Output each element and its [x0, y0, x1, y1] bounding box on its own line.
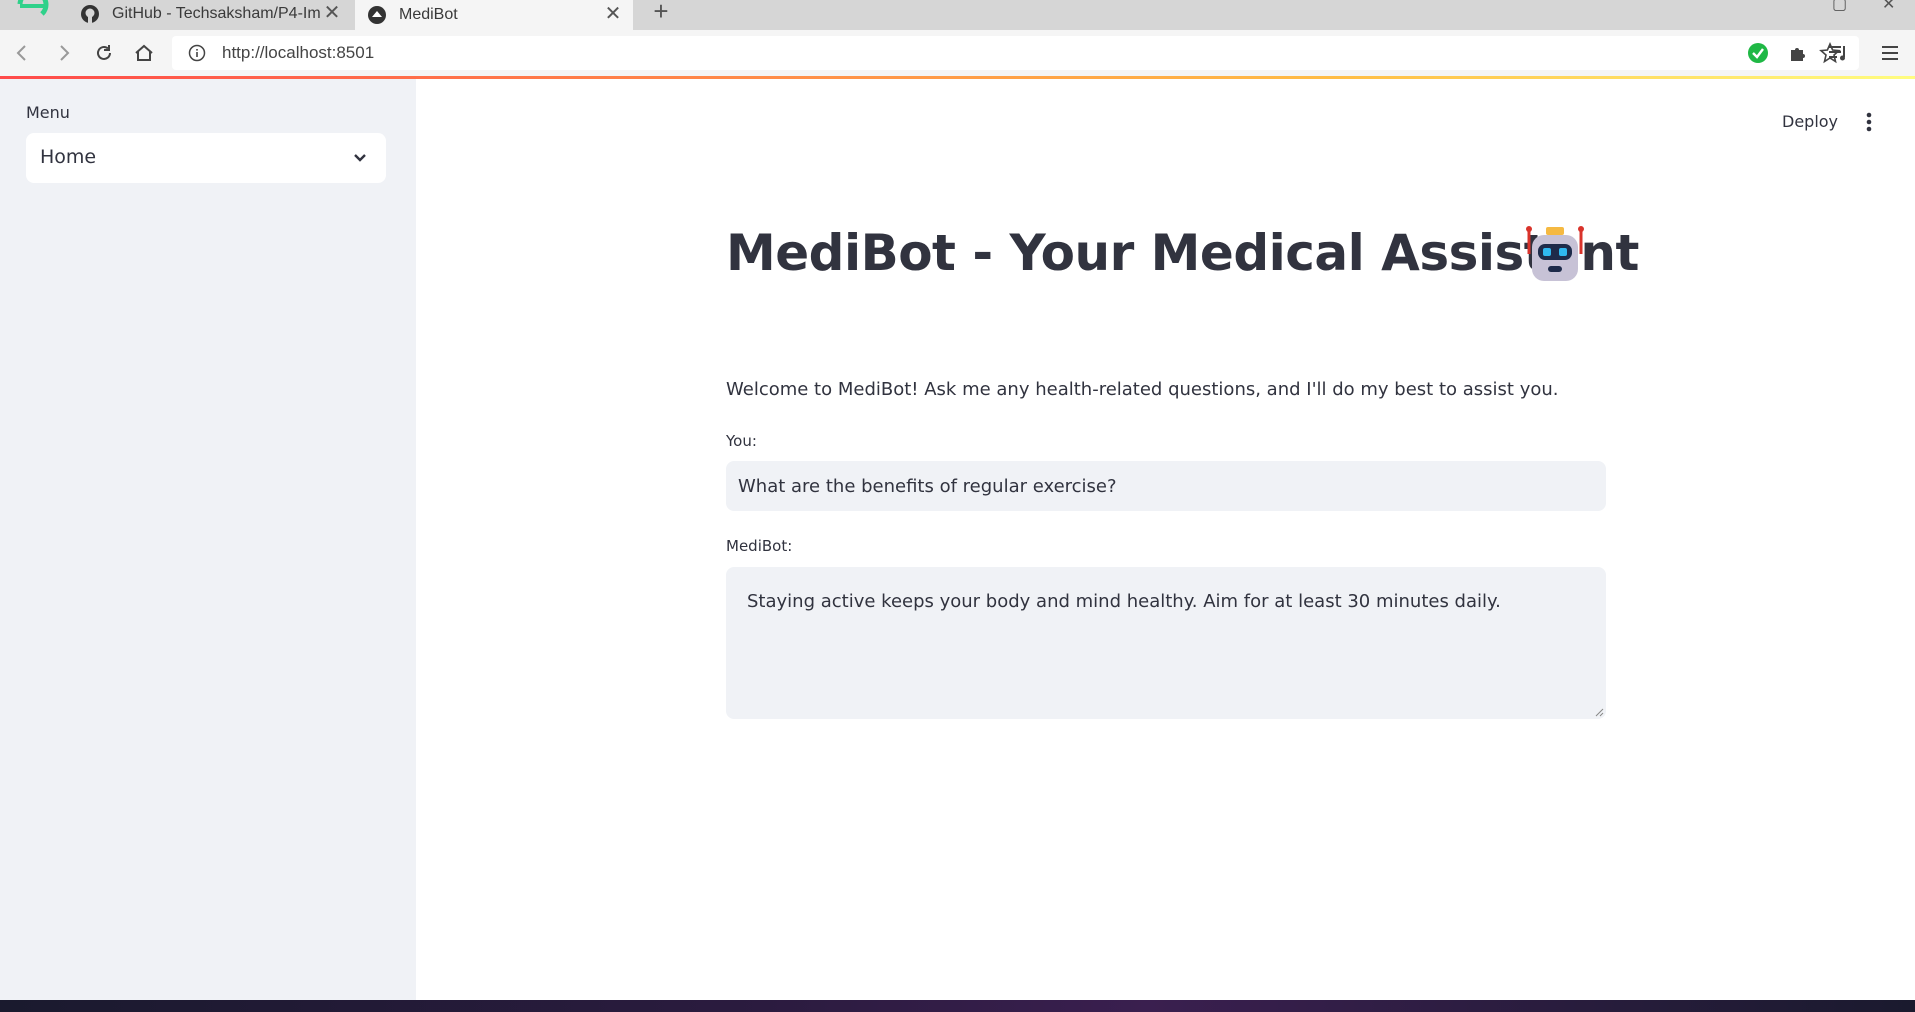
reload-icon[interactable] — [90, 39, 118, 67]
back-icon[interactable] — [8, 39, 36, 67]
you-label: You: — [726, 432, 757, 450]
response-textarea[interactable]: Staying active keeps your body and mind … — [726, 567, 1606, 719]
browser-toolbar: http://localhost:8501 — [0, 30, 1915, 76]
url-text[interactable]: http://localhost:8501 — [222, 43, 374, 63]
more-options-icon[interactable] — [1858, 110, 1880, 134]
forward-icon[interactable] — [50, 39, 78, 67]
question-input[interactable] — [726, 461, 1606, 511]
browser-logo-icon — [17, 0, 49, 16]
welcome-text: Welcome to MediBot! Ask me any health-re… — [726, 379, 1559, 400]
close-icon[interactable]: ✕ — [322, 3, 342, 24]
github-icon — [80, 4, 100, 24]
medibot-label: MediBot: — [726, 537, 793, 555]
menu-label: Menu — [26, 103, 70, 122]
home-icon[interactable] — [130, 39, 158, 67]
new-tab-icon[interactable]: + — [648, 0, 674, 26]
close-icon[interactable]: ✕ — [603, 4, 623, 25]
streamlit-icon — [367, 5, 387, 25]
main-content — [416, 79, 1915, 1000]
tab-github[interactable]: GitHub - Techsaksham/P4-Im ✕ — [68, 0, 352, 28]
menu-select[interactable]: Home — [26, 133, 386, 183]
tab-title: MediBot — [399, 6, 458, 23]
menu-select-value: Home — [40, 146, 97, 168]
chevron-down-icon — [354, 154, 366, 162]
extensions-icon[interactable] — [1786, 41, 1810, 65]
info-icon[interactable] — [188, 44, 206, 62]
os-taskbar — [0, 1000, 1915, 1012]
page-title: MediBot - Your Medical Assistant — [726, 224, 1639, 282]
deploy-button[interactable]: Deploy — [1782, 112, 1838, 131]
browser-tab-bar: GitHub - Techsaksham/P4-Im ✕ MediBot ✕ +… — [0, 0, 1915, 30]
playlist-icon[interactable] — [1826, 41, 1850, 65]
response-text: Staying active keeps your body and mind … — [747, 591, 1501, 612]
address-bar[interactable]: http://localhost:8501 — [172, 36, 1859, 70]
tab-medibot[interactable]: MediBot ✕ — [355, 0, 633, 30]
robot-icon — [1526, 226, 1584, 281]
close-window-icon[interactable]: ✕ — [1882, 0, 1895, 14]
shield-check-icon[interactable] — [1746, 41, 1770, 65]
restore-icon[interactable]: ▢ — [1832, 0, 1847, 14]
resize-handle-icon[interactable] — [1594, 707, 1604, 717]
menu-icon[interactable] — [1878, 41, 1902, 65]
sidebar — [0, 79, 416, 1000]
tab-title: GitHub - Techsaksham/P4-Im — [112, 5, 321, 22]
